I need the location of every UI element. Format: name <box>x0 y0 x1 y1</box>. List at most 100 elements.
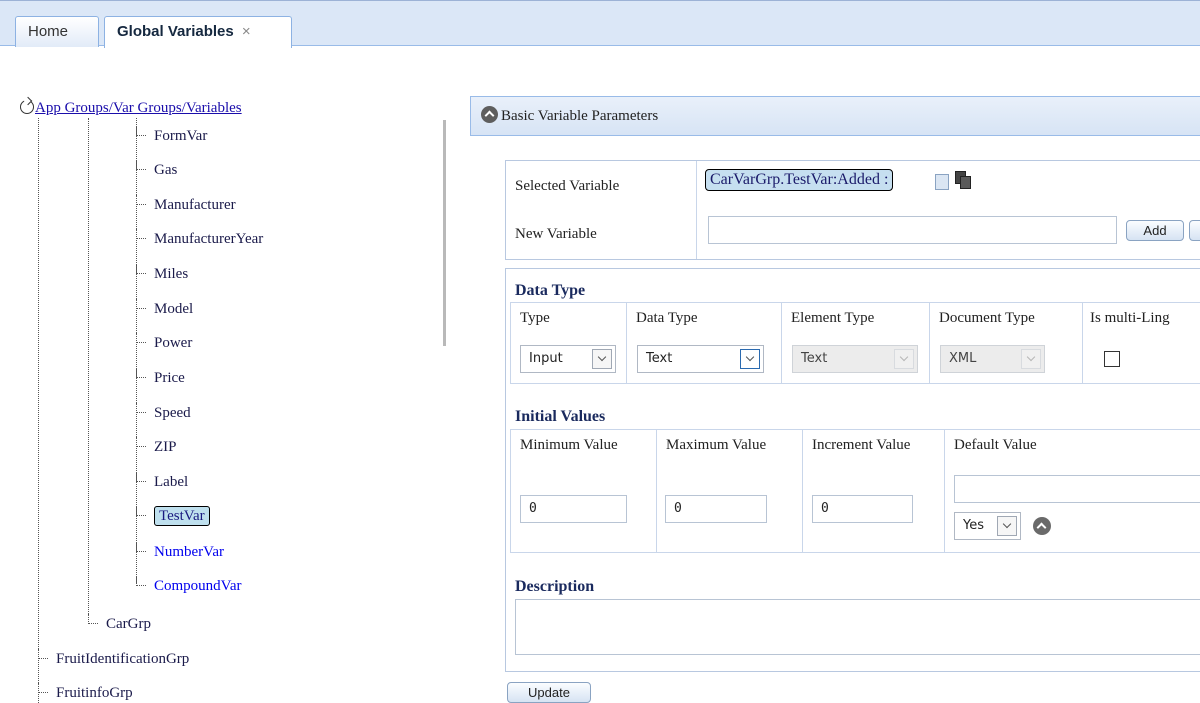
data-type-select-value: Text <box>646 351 673 366</box>
document-icon[interactable] <box>935 174 949 190</box>
panel-header[interactable]: Basic Variable Parameters <box>470 96 1200 136</box>
tree-node-label: Miles <box>154 266 189 282</box>
new-variable-input[interactable] <box>708 216 1117 244</box>
add-button[interactable]: Add <box>1126 220 1184 241</box>
chevron-down-icon <box>1021 349 1041 369</box>
new-variable-label: New Variable <box>515 226 597 242</box>
min-value-cell: Minimum Value 0 <box>511 430 657 552</box>
element-type-select-value: Text <box>801 351 828 366</box>
increment-value-input[interactable]: 0 <box>812 495 913 523</box>
tree-node[interactable]: Gas <box>136 160 177 180</box>
tree-node[interactable]: NumberVar <box>136 542 224 562</box>
tree-node-label: FormVar <box>154 128 208 144</box>
tree-node-label: ManufacturerYear <box>154 231 264 247</box>
data-type-header: Data Type <box>636 310 698 326</box>
type-cell: Type Input <box>511 303 627 383</box>
data-type-select[interactable]: Text <box>637 345 764 373</box>
element-type-select: Text <box>792 345 918 373</box>
tree-node-label: Label <box>154 474 189 490</box>
tree-group-node[interactable]: CarGrp <box>88 614 151 634</box>
multi-lingual-header: Is multi-Ling <box>1090 310 1170 326</box>
tree-root[interactable]: App Groups/Var Groups/Variables <box>20 98 242 117</box>
default-value-input[interactable] <box>954 475 1200 503</box>
initial-values-section-title: Initial Values <box>515 408 606 425</box>
max-value-header: Maximum Value <box>666 437 767 453</box>
variable-selection-box: Selected Variable CarVarGrp.TestVar:Adde… <box>505 160 1200 260</box>
description-textarea[interactable] <box>515 599 1200 655</box>
tree-group-node[interactable]: FruitinfoGrp <box>38 683 133 703</box>
tree-node-label: Model <box>154 301 194 317</box>
chevron-down-icon[interactable] <box>997 516 1017 536</box>
collapse-icon[interactable] <box>481 106 498 123</box>
tree-root-link[interactable]: App Groups/Var Groups/Variables <box>35 100 242 116</box>
min-value-input[interactable]: 0 <box>520 495 627 523</box>
splitter-bar[interactable] <box>443 120 446 346</box>
divider <box>696 161 697 259</box>
selected-variable-label: Selected Variable <box>515 178 620 194</box>
variable-tree: App Groups/Var Groups/Variables FormVar … <box>0 46 450 703</box>
reload-icon[interactable] <box>20 100 34 114</box>
tree-node-label: NumberVar <box>154 544 224 560</box>
tree-node[interactable]: Speed <box>136 403 191 423</box>
increment-value-cell: Increment Value 0 <box>803 430 945 552</box>
tree-node-selected[interactable]: TestVar <box>136 506 210 526</box>
tree-node-label: Speed <box>154 405 191 421</box>
tree-node[interactable]: Label <box>136 472 188 492</box>
tree-node-label: FruitIdentificationGrp <box>56 651 190 667</box>
default-value-cell: Default Value Yes <box>945 430 1200 552</box>
tab-global-variables-label: Global Variables <box>117 23 234 40</box>
type-select-value: Input <box>529 351 563 366</box>
tree-node[interactable]: CompoundVar <box>136 576 242 596</box>
tree-guide-line <box>38 118 39 703</box>
default-value-header: Default Value <box>954 437 1037 453</box>
chevron-down-icon[interactable] <box>740 349 760 369</box>
multi-lingual-checkbox[interactable] <box>1104 351 1120 367</box>
tab-global-variables[interactable]: Global Variables × <box>104 16 292 48</box>
description-section-title: Description <box>515 578 595 595</box>
min-value-header: Minimum Value <box>520 437 618 453</box>
close-icon[interactable]: × <box>242 23 251 40</box>
tree-node[interactable]: Model <box>136 299 193 319</box>
default-value-select-value: Yes <box>963 518 984 533</box>
tree-node-label: Price <box>154 370 185 386</box>
default-value-select[interactable]: Yes <box>954 512 1021 540</box>
increment-value-header: Increment Value <box>812 437 911 453</box>
tree-node[interactable]: Miles <box>136 264 188 284</box>
tree-node[interactable]: Manufacturer <box>136 195 236 215</box>
document-type-select-value: XML <box>949 351 977 366</box>
chevron-down-icon <box>894 349 914 369</box>
data-type-table: Type Input Data Type Text Element Type T… <box>510 302 1200 384</box>
document-type-select: XML <box>940 345 1045 373</box>
tree-node[interactable]: ManufacturerYear <box>136 229 263 249</box>
tree-group-node[interactable]: FruitIdentificationGrp <box>38 649 189 669</box>
tree-node-label: CompoundVar <box>154 578 242 594</box>
type-header: Type <box>520 310 550 326</box>
tree-guide-line <box>88 118 89 618</box>
copy-icon[interactable] <box>955 171 971 189</box>
tree-node[interactable]: ZIP <box>136 437 177 457</box>
tree-node-label: TestVar <box>154 506 210 526</box>
data-type-cell: Data Type Text <box>627 303 782 383</box>
document-type-header: Document Type <box>939 310 1035 326</box>
element-type-header: Element Type <box>791 310 875 326</box>
tree-node-label: Manufacturer <box>154 197 236 213</box>
max-value-input[interactable]: 0 <box>665 495 767 523</box>
element-type-cell: Element Type Text <box>782 303 930 383</box>
chevron-down-icon[interactable] <box>592 349 612 369</box>
tree-node-label: Gas <box>154 162 178 178</box>
collapse-icon[interactable] <box>1033 517 1051 535</box>
tree-node[interactable]: FormVar <box>136 126 207 146</box>
tree-node-label: CarGrp <box>106 616 151 632</box>
tab-home[interactable]: Home <box>15 16 99 47</box>
tree-node[interactable]: Price <box>136 368 185 388</box>
panel-title: Basic Variable Parameters <box>501 108 659 124</box>
type-select[interactable]: Input <box>520 345 616 373</box>
max-value-cell: Maximum Value 0 <box>657 430 803 552</box>
extra-button[interactable] <box>1189 220 1200 241</box>
initial-values-table: Minimum Value 0 Maximum Value 0 Incremen… <box>510 429 1200 553</box>
tab-bar: Home Global Variables × <box>0 0 1200 48</box>
update-button[interactable]: Update <box>507 682 591 703</box>
variable-details-box: Data Type Type Input Data Type Text Elem… <box>505 268 1200 672</box>
tree-node-label: ZIP <box>154 439 177 455</box>
tree-node[interactable]: Power <box>136 333 192 353</box>
